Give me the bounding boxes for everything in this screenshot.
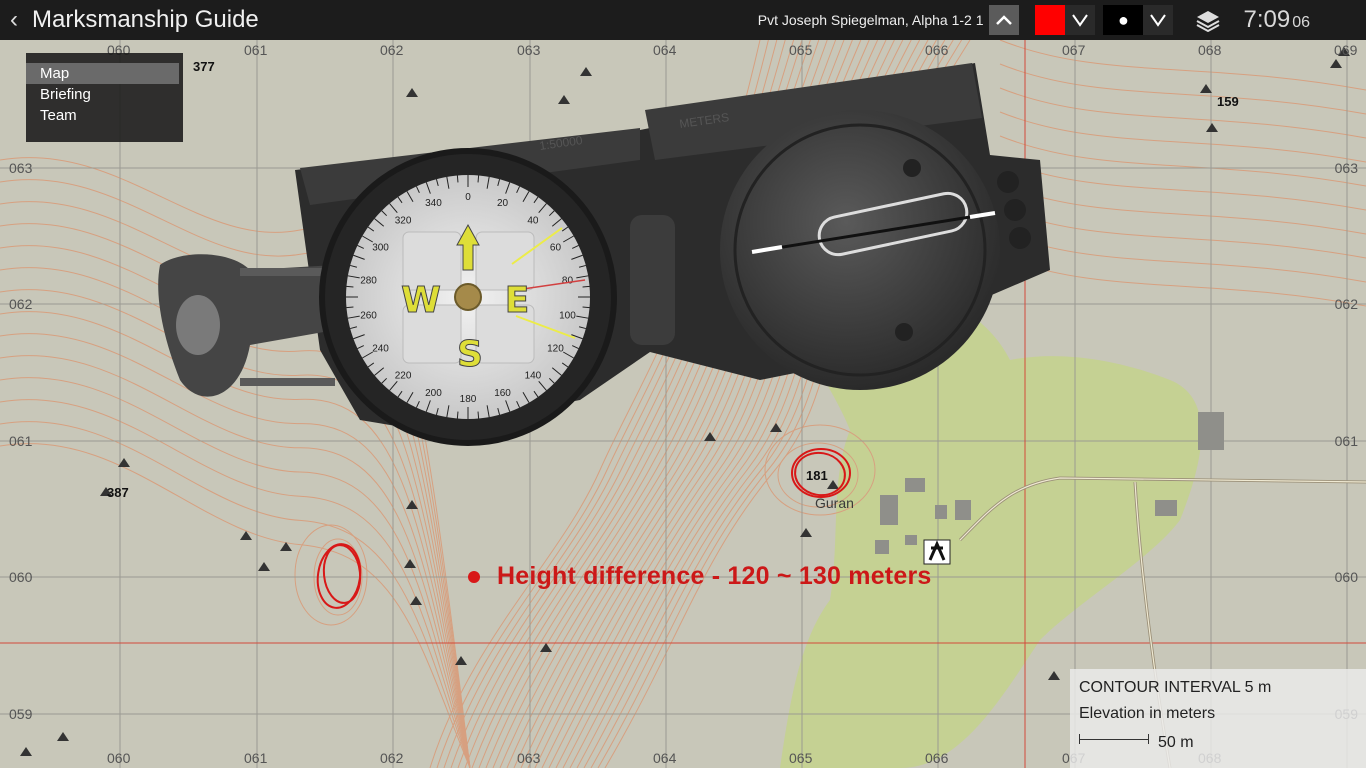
dial-number: 20 [497,198,509,209]
game-clock: 7:09 06 [1243,6,1310,34]
dial-tick [582,285,590,288]
dial-tick [346,285,354,288]
dial-number: 160 [494,388,511,399]
grid-label: 062 [1335,296,1359,312]
dial-tick [456,175,459,183]
grid-label: 062 [9,296,33,312]
grid-label: 068 [1198,42,1222,58]
menu-item-team[interactable]: Team [26,105,183,126]
grid-label: 061 [9,433,33,449]
grid-label: 066 [925,750,949,766]
dial-number: 180 [460,394,477,405]
contour-interval-label: CONTOUR INTERVAL 5 m [1079,679,1272,696]
layers-icon [1197,11,1220,32]
dial-number: 120 [547,344,564,355]
scale-line [1079,734,1149,744]
shape-dropdown-button[interactable] [1143,5,1174,35]
chevron-left-icon[interactable]: ‹ [0,6,28,34]
dial-number: 280 [360,275,377,286]
dial-tick [456,411,459,419]
dial-number: 260 [360,311,377,322]
color-dropdown-button[interactable] [1065,5,1096,35]
height-label: 387 [107,485,129,500]
grid-label: 062 [380,750,404,766]
grid-label: 066 [925,42,949,58]
dial-number: 220 [395,370,412,381]
grid-label: 063 [517,42,541,58]
west-letter: W [401,280,441,321]
chevron-up-icon [996,15,1013,25]
dial-tick [477,175,480,183]
chevron-down-icon [1150,14,1167,27]
page-title: Marksmanship Guide [32,6,259,33]
grid-label: 061 [244,750,268,766]
dot-icon: ● [1118,9,1129,30]
grid-label: 063 [1335,160,1359,176]
position-dot [468,571,480,583]
dial-number: 100 [559,311,576,322]
grid-label: 060 [1335,569,1359,585]
grid-label: 063 [517,750,541,766]
dial-number: 200 [425,388,442,399]
grid-label: 067 [1062,42,1086,58]
grid-label: 061 [1335,433,1359,449]
compass-pivot [454,283,482,311]
grid-label: 062 [380,42,404,58]
grid-label: 064 [653,42,677,58]
dial-number: 0 [465,192,471,203]
grid-label: 064 [653,750,677,766]
map-canvas[interactable]: Guran 377 159 387 181 060 061 062 063 064 065… [0,0,1366,768]
dial-number: 60 [550,243,562,254]
dial-number: 80 [562,275,574,286]
height-label: 159 [1217,94,1239,109]
dial-number: 340 [425,198,442,209]
top-bar: ‹ Marksmanship Guide Pvt Joseph Spiegelm… [0,0,1366,40]
dial-number: 300 [372,243,389,254]
grid-label: 060 [107,750,131,766]
dial-tick [582,306,590,309]
grid-label: 065 [789,750,813,766]
tower-icon [923,539,951,565]
scale-bar: 50 m [1079,734,1194,752]
grid-label: 065 [789,42,813,58]
height-label: 181 [806,468,828,483]
grid-label: 059 [9,706,33,722]
player-name: Pvt Joseph Spiegelman, Alpha 1-2 1 [757,12,984,28]
chevron-down-icon [1072,14,1089,27]
grid-label: 060 [9,569,33,585]
clock-seconds: 06 [1292,14,1310,31]
marker-shape-swatch[interactable]: ● [1103,5,1144,35]
menu-item-briefing[interactable]: Briefing [26,84,183,105]
marker-color-swatch[interactable] [1035,5,1066,35]
grid-label: 063 [9,160,33,176]
side-menu: Map Briefing Team [26,53,183,142]
map-legend: CONTOUR INTERVAL 5 m Elevation in meters… [1070,669,1366,768]
grid-label: 069 [1334,42,1358,58]
dial-number: 320 [395,216,412,227]
dial-number: 140 [525,370,542,381]
menu-item-map[interactable]: Map [26,63,179,84]
south-letter: S [457,334,483,375]
dial-tick [477,411,480,419]
scale-label: 50 m [1158,734,1194,751]
elevation-label: Elevation in meters [1079,705,1216,722]
height-difference-note: Height difference - 120 ~ 130 meters [497,562,932,590]
collapse-button[interactable] [989,5,1020,35]
clock-hm: 7:09 [1243,6,1291,33]
layers-button[interactable] [1183,8,1233,32]
grid-label: 061 [244,42,268,58]
dial-number: 240 [372,344,389,355]
east-letter: E [505,280,530,321]
height-label: 377 [193,59,215,74]
dial-number: 40 [527,216,539,227]
dial-tick [346,306,354,309]
